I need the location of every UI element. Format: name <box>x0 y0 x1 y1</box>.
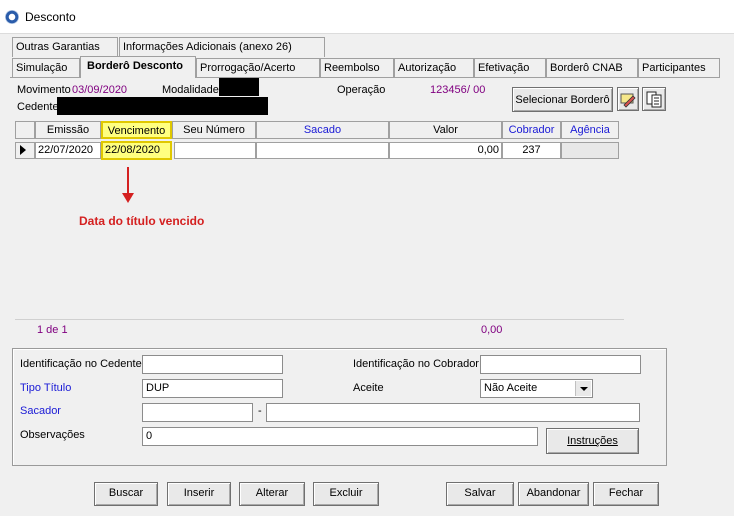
modalidade-redacted <box>219 78 259 96</box>
pencil-note-icon <box>620 93 636 108</box>
col-sacado[interactable]: Sacado <box>256 121 389 139</box>
tipo-titulo-field[interactable]: DUP <box>142 379 283 398</box>
col-valor[interactable]: Valor <box>389 121 502 139</box>
sacador-code-field[interactable] <box>142 403 253 422</box>
grid-indicator-header <box>15 121 35 139</box>
id-cobrador-label: Identificação no Cobrador <box>353 358 479 370</box>
tab-prorrogacao-acerto[interactable]: Prorrogação/Acerto <box>196 58 320 78</box>
tab-participantes[interactable]: Participantes <box>638 58 720 78</box>
select-bordero-button[interactable]: Selecionar Borderô <box>512 87 613 112</box>
observacoes-label: Observações <box>20 429 85 441</box>
cell-vencimento[interactable]: 22/08/2020 <box>101 141 172 160</box>
edit-icon-button[interactable] <box>617 87 639 111</box>
col-vencimento[interactable]: Vencimento <box>101 121 172 139</box>
tab-efetivacao[interactable]: Efetivação <box>474 58 546 78</box>
col-seu-numero[interactable]: Seu Número <box>172 121 256 139</box>
chevron-down-icon <box>580 387 588 391</box>
aceite-label: Aceite <box>353 382 384 394</box>
operacao-suffix: / 00 <box>467 84 486 96</box>
cell-cobrador[interactable]: 237 <box>502 142 561 159</box>
excluir-button[interactable]: Excluir <box>313 482 379 506</box>
instrucoes-label: Instruções <box>567 435 618 447</box>
instrucoes-button[interactable]: Instruções <box>546 428 639 454</box>
cell-emissao[interactable]: 22/07/2020 <box>35 142 101 159</box>
window-title: Desconto <box>25 10 76 24</box>
inserir-button[interactable]: Inserir <box>167 482 231 506</box>
grid-footer-divider <box>15 319 624 320</box>
document-icon-button[interactable] <box>642 87 666 111</box>
annotation-text: Data do título vencido <box>79 214 205 228</box>
annotation-arrow <box>122 167 134 203</box>
row-indicator[interactable] <box>15 142 35 159</box>
observacoes-field[interactable]: 0 <box>142 427 538 446</box>
abandonar-button[interactable]: Abandonar <box>518 482 589 506</box>
movimento-label: Movimento <box>17 84 71 96</box>
grid-footer-count: 1 de 1 <box>37 324 68 336</box>
sacador-name-field[interactable] <box>266 403 640 422</box>
movimento-value: 03/09/2020 <box>72 84 128 96</box>
tab-autorizacao[interactable]: Autorização <box>394 58 474 78</box>
tab-outras-garantias[interactable]: Outras Garantias <box>12 37 118 57</box>
documents-icon <box>646 91 662 108</box>
cell-valor[interactable]: 0,00 <box>389 142 502 159</box>
tipo-titulo-label[interactable]: Tipo Título <box>20 382 71 394</box>
aceite-dropdown-button[interactable] <box>575 381 591 396</box>
grid-footer-total: 0,00 <box>481 324 503 336</box>
fechar-button[interactable]: Fechar <box>593 482 659 506</box>
alterar-button[interactable]: Alterar <box>239 482 305 506</box>
cell-seu-numero[interactable] <box>174 142 256 159</box>
cedente-label: Cedente <box>17 101 59 113</box>
tab-bordero-cnab[interactable]: Borderô CNAB <box>546 58 638 78</box>
app-icon <box>5 10 19 24</box>
cedente-redacted <box>57 97 268 115</box>
modalidade-label: Modalidade <box>162 84 219 96</box>
col-agencia[interactable]: Agência <box>561 121 619 139</box>
salvar-button[interactable]: Salvar <box>446 482 514 506</box>
aceite-value: Não Aceite <box>484 382 538 394</box>
cell-agencia[interactable] <box>561 142 619 159</box>
tab-reembolso[interactable]: Reembolso <box>320 58 394 78</box>
title-bar <box>0 0 734 34</box>
col-cobrador[interactable]: Cobrador <box>502 121 561 139</box>
id-cobrador-field[interactable] <box>480 355 641 374</box>
operacao-label: Operação <box>337 84 386 96</box>
tab-informacoes-adicionais[interactable]: Informações Adicionais (anexo 26) <box>119 37 325 57</box>
tab-bordero-desconto[interactable]: Borderô Desconto <box>80 56 196 78</box>
sacador-separator: - <box>258 405 262 417</box>
operacao-value: 123456 <box>430 84 467 96</box>
buscar-button[interactable]: Buscar <box>94 482 158 506</box>
sacador-label[interactable]: Sacador <box>20 405 61 417</box>
cell-sacado[interactable] <box>256 142 389 159</box>
tab-simulacao[interactable]: Simulação <box>12 58 80 78</box>
row-pointer-icon <box>20 145 26 155</box>
id-cedente-label: Identificação no Cedente <box>20 358 142 370</box>
id-cedente-field[interactable] <box>142 355 283 374</box>
col-emissao[interactable]: Emissão <box>35 121 101 139</box>
